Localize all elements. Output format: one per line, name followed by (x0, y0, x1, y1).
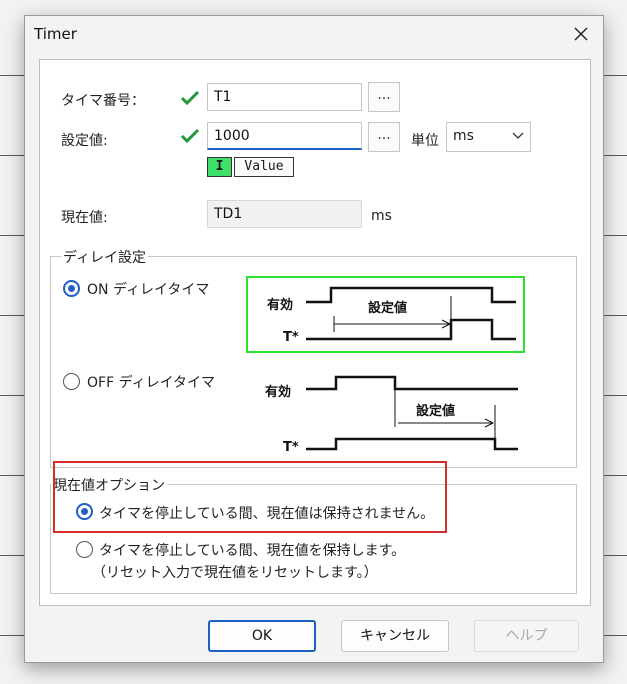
check-icon (180, 90, 200, 106)
title-bar: Timer (25, 16, 603, 52)
unit-select-value: ms (453, 128, 474, 144)
unit-select[interactable]: ms (446, 122, 531, 152)
ime-mode-indicator: Value (234, 157, 294, 177)
help-button[interactable]: ヘルプ (474, 620, 579, 652)
setting-value-label: 設定値: (61, 133, 108, 149)
ok-button[interactable]: OK (208, 620, 316, 652)
off-diagram-output-label: T* (283, 440, 299, 455)
unit-label: 単位 (411, 133, 439, 149)
check-icon (180, 128, 200, 144)
timer-number-browse-button[interactable]: ... (368, 82, 400, 112)
current-value-field: TD1 (207, 200, 362, 228)
window-title: Timer (34, 25, 77, 43)
keep-current-note: （リセット入力で現在値をリセットします。） (92, 565, 378, 581)
setting-value-input[interactable]: 1000 (207, 122, 362, 150)
on-diagram-output-label: T* (283, 330, 299, 345)
on-diagram-enable-label: 有効 (267, 298, 294, 313)
current-option-highlight (53, 461, 447, 533)
timer-number-input[interactable]: T1 (207, 83, 362, 111)
keep-current-radio[interactable] (76, 541, 93, 558)
close-icon (574, 27, 588, 41)
ime-cursor-indicator: I (207, 157, 232, 177)
off-diagram-setting-label: 設定値 (416, 404, 456, 419)
delay-group-title: ディレイ設定 (61, 247, 149, 267)
close-button[interactable] (569, 22, 593, 46)
settings-panel: タイマ番号： T1 ... 設定値: 1000 ... 単位 ms I Valu… (39, 59, 591, 606)
off-delay-radio[interactable] (63, 373, 80, 390)
off-delay-label[interactable]: OFF ディレイタイマ (87, 372, 215, 392)
current-value-label: 現在値: (61, 210, 108, 226)
on-delay-label[interactable]: ON ディレイタイマ (87, 279, 209, 299)
on-delay-radio[interactable] (63, 280, 80, 297)
current-value-unit: ms (371, 208, 392, 224)
keep-current-label[interactable]: タイマを停止している間、現在値を保持します。 (99, 540, 405, 560)
chevron-down-icon (512, 132, 524, 139)
timer-dialog: Timer タイマ番号： T1 ... 設定値: 1000 ... 単位 ms (24, 15, 604, 663)
off-diagram-enable-label: 有効 (265, 385, 292, 400)
cancel-button[interactable]: キャンセル (341, 620, 449, 652)
timer-number-label: タイマ番号： (61, 93, 145, 109)
on-diagram-setting-label: 設定値 (368, 301, 408, 316)
setting-value-browse-button[interactable]: ... (368, 122, 400, 152)
